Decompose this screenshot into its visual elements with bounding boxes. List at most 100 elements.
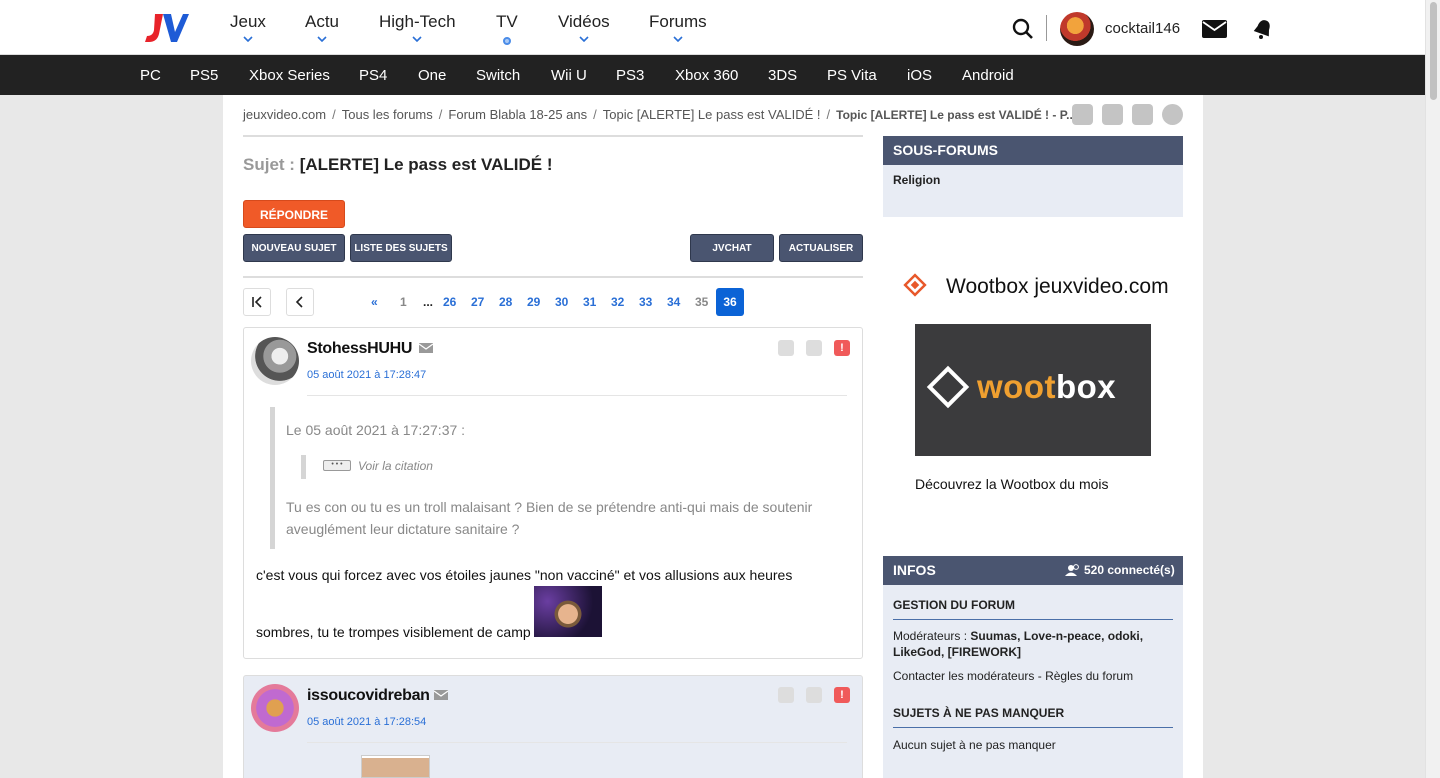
bookmark-icon[interactable] <box>1102 104 1123 125</box>
nav-forums[interactable]: Forums <box>649 12 707 42</box>
section-divider <box>893 619 1173 620</box>
page-link[interactable]: 34 <box>667 295 680 309</box>
subject-label: Sujet : <box>243 155 295 174</box>
sous-forum-link[interactable]: Religion <box>893 173 940 187</box>
bell-icon[interactable] <box>1251 17 1275 41</box>
star-icon[interactable] <box>1072 104 1093 125</box>
dbl-icon[interactable] <box>806 340 822 356</box>
new-topic-button[interactable]: NOUVEAU SUJET <box>243 234 345 262</box>
user-avatar[interactable] <box>1060 12 1094 46</box>
nav-tv[interactable]: TV <box>496 12 518 45</box>
platform-link[interactable]: Switch <box>476 67 520 84</box>
show-quote-link[interactable]: Voir la citation <box>358 459 433 473</box>
avatar[interactable] <box>251 684 299 732</box>
search-icon[interactable] <box>1012 18 1034 40</box>
nav-actu[interactable]: Actu <box>305 12 339 42</box>
page-title: Sujet : [ALERTE] Le pass est VALIDÉ ! <box>243 155 553 175</box>
page-link[interactable]: 31 <box>583 295 596 309</box>
breadcrumb-link[interactable]: Forum Blabla 18-25 ans <box>448 107 587 122</box>
platform-bar: PC PS5 Xbox Series PS4 One Switch Wii U … <box>0 55 1425 95</box>
divider <box>307 742 847 743</box>
divider <box>307 395 847 396</box>
chevron-down-icon <box>317 36 327 42</box>
mail-icon[interactable] <box>434 690 448 700</box>
wootbox-logo-icon <box>903 273 927 297</box>
report-icon[interactable]: ! <box>834 687 850 703</box>
first-page-button[interactable] <box>243 288 271 316</box>
page-link[interactable]: 27 <box>471 295 484 309</box>
nav-high-tech[interactable]: High-Tech <box>379 12 456 42</box>
contact-moderators-link[interactable]: Contacter les modérateurs - Règles du fo… <box>893 668 1163 684</box>
page-link[interactable]: 32 <box>611 295 624 309</box>
platform-link[interactable]: PS Vita <box>827 67 877 84</box>
page-link[interactable]: 1 <box>400 295 407 309</box>
sujets-empty: Aucun sujet à ne pas manquer <box>893 738 1056 752</box>
first-page-icon <box>252 296 262 308</box>
gear-icon[interactable] <box>1162 104 1183 125</box>
platform-link[interactable]: 3DS <box>768 67 797 84</box>
wootbox-caption[interactable]: Découvrez la Wootbox du mois <box>915 476 1109 492</box>
post-date[interactable]: 05 août 2021 à 17:28:47 <box>307 369 426 381</box>
chevron-down-icon <box>412 36 422 42</box>
nav-videos[interactable]: Vidéos <box>558 12 610 42</box>
platform-link[interactable]: Xbox Series <box>249 67 330 84</box>
chevron-down-icon <box>579 36 589 42</box>
platform-link[interactable]: PS4 <box>359 67 387 84</box>
quote-icon[interactable] <box>778 340 794 356</box>
wootbox-diamond-icon <box>926 365 970 409</box>
wootbox-title[interactable]: Wootbox jeuxvideo.com <box>946 275 1169 299</box>
refresh-button[interactable]: ACTUALISER <box>779 234 863 262</box>
expand-quote-icon[interactable]: • • • <box>323 460 351 471</box>
platform-link[interactable]: PS5 <box>190 67 218 84</box>
sujets-title: SUJETS À NE PAS MANQUER <box>893 706 1065 720</box>
topic-list-button[interactable]: LISTE DES SUJETS <box>350 234 452 262</box>
page-link[interactable]: 30 <box>555 295 568 309</box>
nav-jeux[interactable]: Jeux <box>230 12 266 42</box>
page-scrollbar[interactable] <box>1425 0 1440 778</box>
quote-icon[interactable] <box>778 687 794 703</box>
page-link[interactable]: 28 <box>499 295 512 309</box>
platform-link[interactable]: Android <box>962 67 1014 84</box>
breadcrumb-separator: / <box>826 107 831 122</box>
dbl-icon[interactable] <box>806 687 822 703</box>
section-divider <box>893 727 1173 728</box>
gestion-title: GESTION DU FORUM <box>893 598 1015 612</box>
page-link[interactable]: 29 <box>527 295 540 309</box>
scrollbar-thumb[interactable] <box>1430 2 1437 100</box>
jvchat-button[interactable]: JVCHAT <box>690 234 774 262</box>
moderators-label: Modérateurs : <box>893 629 968 643</box>
live-dot-icon <box>502 37 511 45</box>
platform-link[interactable]: iOS <box>907 67 932 84</box>
page-ellipsis: ... <box>423 295 434 309</box>
mail-icon[interactable] <box>419 343 433 353</box>
connected-count[interactable]: 520 connecté(s) <box>1065 563 1175 577</box>
breadcrumb-link[interactable]: Topic [ALERTE] Le pass est VALIDÉ ! <box>603 107 821 122</box>
jv-logo[interactable] <box>145 12 189 44</box>
post-text: sombres, tu te trompes visiblement de ca… <box>256 624 531 640</box>
page-link[interactable]: 33 <box>639 295 652 309</box>
pagination-prev[interactable]: « <box>371 295 378 309</box>
breadcrumb-link[interactable]: Tous les forums <box>342 107 433 122</box>
mail-icon[interactable] <box>1202 20 1227 38</box>
moderators-line: Modérateurs : Suumas, Love-n-peace, odok… <box>893 628 1163 660</box>
platform-link[interactable]: PC <box>140 67 161 84</box>
reply-button[interactable]: RÉPONDRE <box>243 200 345 228</box>
avatar[interactable] <box>251 337 299 385</box>
nested-quote-bar <box>301 455 306 479</box>
post-author[interactable]: StohessHUHU <box>307 340 412 358</box>
report-icon[interactable]: ! <box>834 340 850 356</box>
page-link[interactable]: 35 <box>695 295 708 309</box>
platform-link[interactable]: Xbox 360 <box>675 67 738 84</box>
post-author[interactable]: issoucovidreban <box>307 687 430 705</box>
post-date[interactable]: 05 août 2021 à 17:28:54 <box>307 716 426 728</box>
wootbox-wordmark: wootbox <box>977 368 1117 405</box>
prev-page-button[interactable] <box>286 288 314 316</box>
platform-link[interactable]: Wii U <box>551 67 587 84</box>
username[interactable]: cocktail146 <box>1105 20 1180 37</box>
platform-link[interactable]: One <box>418 67 446 84</box>
platform-link[interactable]: PS3 <box>616 67 644 84</box>
page-link[interactable]: 26 <box>443 295 456 309</box>
notification-icon[interactable] <box>1132 104 1153 125</box>
wootbox-image[interactable]: wootbox <box>915 324 1151 456</box>
breadcrumb-link[interactable]: jeuxvideo.com <box>243 107 326 122</box>
